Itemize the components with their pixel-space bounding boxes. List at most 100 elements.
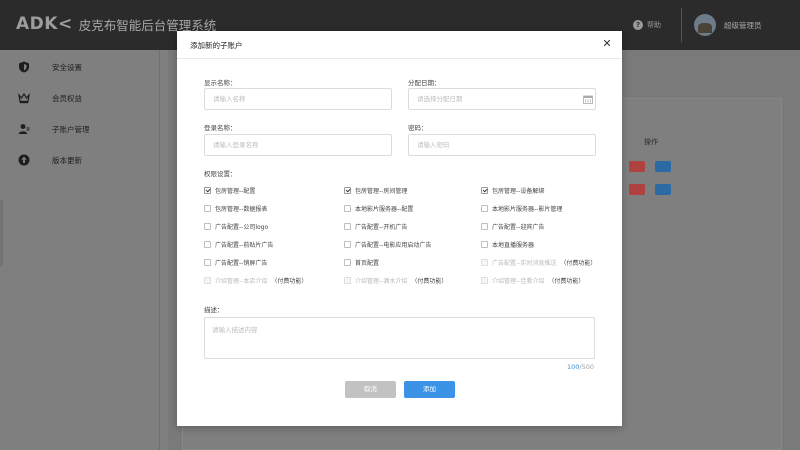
permission-option[interactable]: 广告配置--电影应用启动广告 [344,240,431,249]
cancel-button[interactable]: 取消 [345,381,396,398]
login-name-label: 登录名称： [204,124,237,132]
permission-option: 广告配置--实时消息推送 （付费功能） [481,258,596,267]
permission-checkbox[interactable] [481,205,488,212]
assign-date-label: 分配日期： [408,79,441,87]
sidebar-scroll-edge [0,200,3,266]
permission-label: 介绍管理--本店介绍 [215,278,268,285]
permission-label: 包房管理--数据报表 [215,206,268,213]
display-name-label: 显示名称： [204,79,237,87]
header-divider [681,8,682,42]
delete-button[interactable] [629,161,645,172]
permission-checkbox [481,277,488,284]
permission-checkbox [481,259,488,266]
permission-option[interactable]: 本地影片服务器--影片管理 [481,204,562,213]
crown-icon [18,92,30,104]
users-icon [18,123,30,135]
sidebar-item-updates[interactable]: 版本更新 [18,153,82,167]
permission-option[interactable]: 包房管理--配置 [204,186,255,195]
permission-checkbox[interactable] [344,241,351,248]
permission-option: 介绍管理--本店介绍 （付费功能） [204,276,307,285]
avatar[interactable] [694,14,716,36]
char-counter: 100/500 [567,363,594,371]
description-label: 描述： [204,306,224,314]
paid-feature-badge: （付费功能） [411,278,448,285]
add-button[interactable]: 添加 [404,381,455,398]
permission-label: 广告配置--前贴片广告 [215,242,274,249]
permission-checkbox[interactable] [204,241,211,248]
permission-label: 包房管理--配置 [215,188,256,195]
permission-option: 介绍管理--酒水介绍 （付费功能） [344,276,447,285]
sidebar-item-membership[interactable]: 会员权益 [18,91,82,105]
help-link[interactable]: ? 帮助 [633,20,661,30]
permission-label: 广告配置--销屏广告 [215,260,268,267]
dialog-header: 添加新的子账户 ✕ [177,31,622,59]
permission-option[interactable]: 首页配置 [344,258,379,267]
char-count-max: /500 [579,363,595,371]
close-icon[interactable]: ✕ [601,38,613,50]
permission-checkbox[interactable] [204,187,211,194]
sidebar: 安全设置 会员权益 子账户管理 版本更新 [0,50,160,450]
delete-button[interactable] [629,184,645,195]
permission-checkbox [204,277,211,284]
permission-option[interactable]: 广告配置--开机广告 [344,222,407,231]
permission-option[interactable]: 广告配置--迎宾广告 [481,222,544,231]
permission-label: 广告配置--实时消息推送 [492,260,557,267]
username[interactable]: 超级管理员 [724,20,762,31]
permission-checkbox[interactable] [204,205,211,212]
password-input[interactable] [408,134,596,156]
permission-label: 包房管理--设备解绑 [492,188,545,195]
permission-checkbox[interactable] [481,223,488,230]
sidebar-item-subaccounts[interactable]: 子账户管理 [18,122,90,136]
dialog-title: 添加新的子账户 [190,41,243,50]
permission-label: 广告配置--迎宾广告 [492,224,545,231]
permission-checkbox[interactable] [204,223,211,230]
edit-button[interactable] [655,184,671,195]
calendar-icon[interactable] [583,95,593,104]
permission-label: 本地影片服务器--影片管理 [492,206,563,213]
assign-date-input[interactable] [408,88,596,110]
permission-label: 广告配置--开机广告 [355,224,408,231]
sidebar-item-label: 版本更新 [52,155,82,165]
char-count-current: 100 [567,363,580,371]
password-label: 密码： [408,124,428,132]
permission-label: 介绍管理--佳肴介绍 [492,278,545,285]
permission-label: 广告配置--电影应用启动广告 [355,242,432,249]
permission-label: 本地直播服务器 [492,242,535,249]
permission-checkbox [344,277,351,284]
permission-checkbox[interactable] [344,259,351,266]
permission-checkbox[interactable] [344,205,351,212]
permission-checkbox[interactable] [204,259,211,266]
permission-option[interactable]: 广告配置--前贴片广告 [204,240,273,249]
permission-label: 本地影片服务器--配置 [355,206,414,213]
shield-icon [18,61,30,73]
permission-option[interactable]: 包房管理--设备解绑 [481,186,544,195]
edit-button[interactable] [655,161,671,172]
sidebar-item-label: 子账户管理 [52,124,90,134]
sidebar-item-label: 会员权益 [52,93,82,103]
question-icon: ? [633,20,643,30]
permission-option[interactable]: 广告配置--销屏广告 [204,258,267,267]
permission-option[interactable]: 本地影片服务器--配置 [344,204,413,213]
help-label: 帮助 [647,21,661,29]
permission-option[interactable]: 广告配置--公司logo [204,222,268,231]
permission-checkbox[interactable] [481,187,488,194]
paid-feature-badge: （付费功能） [560,260,597,267]
permission-option: 介绍管理--佳肴介绍 （付费功能） [481,276,584,285]
permission-label: 介绍管理--酒水介绍 [355,278,408,285]
permission-option[interactable]: 本地直播服务器 [481,240,534,249]
logo-mark-arrows: < [57,14,73,34]
permission-checkbox[interactable] [481,241,488,248]
permission-label: 广告配置--公司logo [215,224,269,231]
permission-option[interactable]: 包房管理--房间管理 [344,186,407,195]
paid-feature-badge: （付费功能） [548,278,585,285]
permission-option[interactable]: 包房管理--数据报表 [204,204,267,213]
permission-label: 包房管理--房间管理 [355,188,408,195]
permissions-label: 权限设置： [204,170,237,178]
description-textarea[interactable] [204,317,595,359]
column-header-actions: 操作 [644,138,658,146]
sidebar-item-security[interactable]: 安全设置 [18,60,82,74]
display-name-input[interactable] [204,88,392,110]
permission-checkbox[interactable] [344,187,351,194]
login-name-input[interactable] [204,134,392,156]
permission-checkbox[interactable] [344,223,351,230]
